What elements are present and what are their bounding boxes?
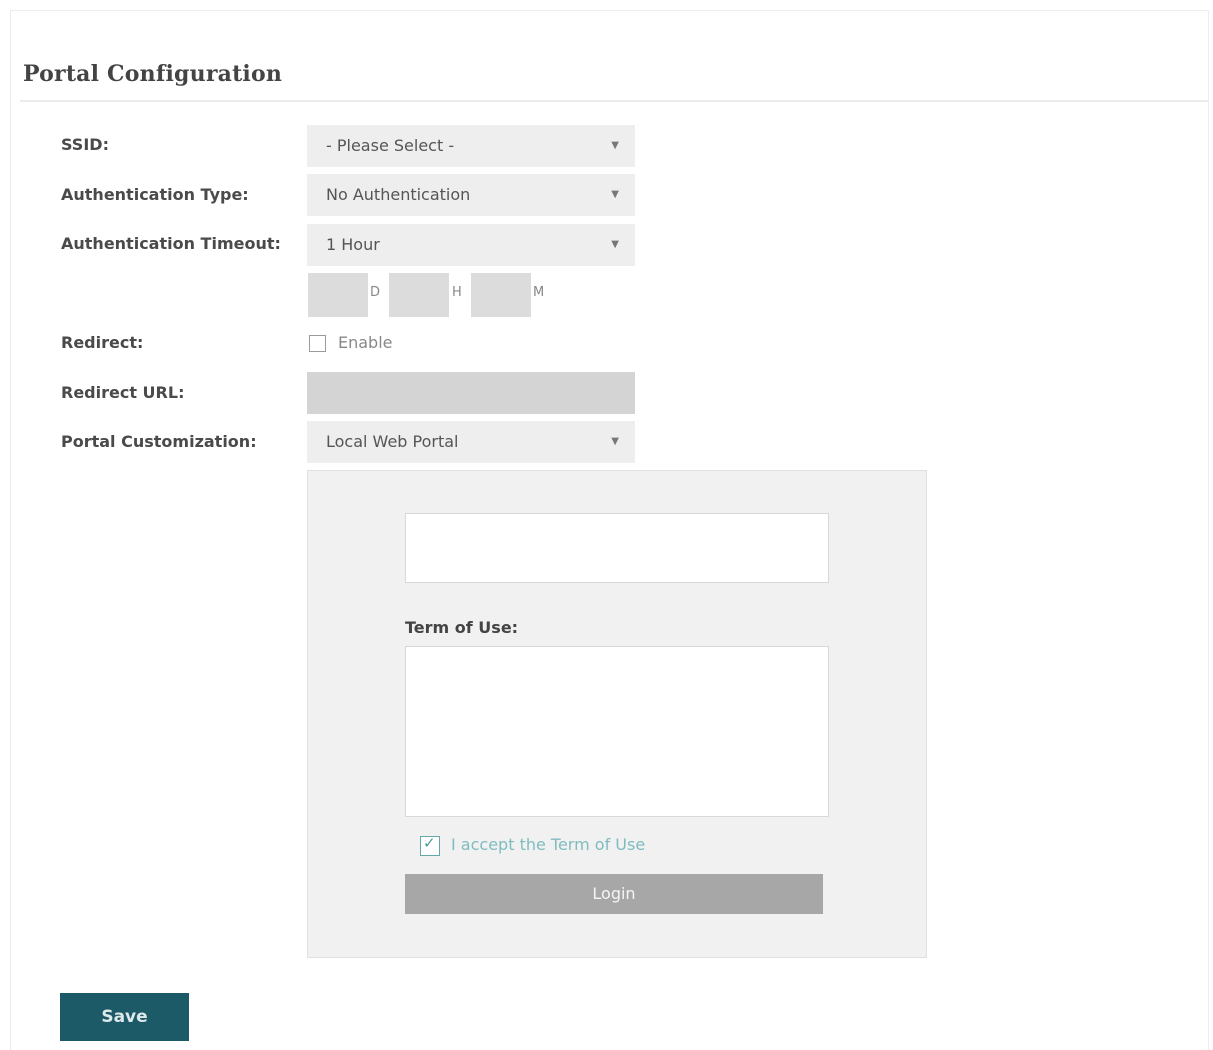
days-unit-label: D bbox=[370, 285, 381, 300]
portal-customization-label: Portal Customization: bbox=[61, 432, 257, 451]
minutes-unit-label: M bbox=[533, 285, 545, 300]
save-button[interactable]: Save bbox=[60, 993, 189, 1041]
caret-down-icon: ▼ bbox=[611, 189, 619, 200]
term-of-use-box bbox=[405, 646, 829, 817]
redirect-enable-label[interactable]: Enable bbox=[338, 333, 393, 352]
timeout-hours-input[interactable] bbox=[389, 273, 449, 317]
page-title: Portal Configuration bbox=[23, 61, 283, 87]
caret-down-icon: ▼ bbox=[611, 140, 619, 151]
accept-terms-label[interactable]: I accept the Term of Use bbox=[451, 835, 645, 854]
auth-timeout-label: Authentication Timeout: bbox=[61, 234, 281, 253]
check-icon: ✓ bbox=[423, 834, 436, 852]
redirect-url-label: Redirect URL: bbox=[61, 383, 185, 402]
auth-type-label: Authentication Type: bbox=[61, 185, 249, 204]
timeout-minutes-input[interactable] bbox=[471, 273, 531, 317]
term-of-use-label: Term of Use: bbox=[405, 618, 519, 637]
redirect-url-input[interactable] bbox=[307, 372, 635, 414]
preview-logo-area bbox=[405, 513, 829, 583]
ssid-label: SSID: bbox=[61, 135, 109, 154]
portal-customization-select[interactable]: Local Web Portal ▼ bbox=[307, 421, 635, 463]
caret-down-icon: ▼ bbox=[611, 239, 619, 250]
timeout-days-input[interactable] bbox=[308, 273, 368, 317]
caret-down-icon: ▼ bbox=[611, 436, 619, 447]
auth-type-select[interactable]: No Authentication ▼ bbox=[307, 174, 635, 216]
accept-terms-checkbox[interactable]: ✓ bbox=[420, 834, 440, 856]
redirect-enable-checkbox[interactable] bbox=[309, 335, 326, 352]
ssid-select[interactable]: - Please Select - ▼ bbox=[307, 125, 635, 167]
auth-type-select-value: No Authentication bbox=[326, 185, 471, 204]
portal-customization-select-value: Local Web Portal bbox=[326, 432, 459, 451]
ssid-select-value: - Please Select - bbox=[326, 136, 455, 155]
hours-unit-label: H bbox=[452, 285, 462, 300]
auth-timeout-select[interactable]: 1 Hour ▼ bbox=[307, 224, 635, 266]
title-divider bbox=[20, 100, 1209, 102]
login-button[interactable]: Login bbox=[405, 874, 823, 914]
auth-timeout-select-value: 1 Hour bbox=[326, 235, 380, 254]
redirect-label: Redirect: bbox=[61, 333, 144, 352]
